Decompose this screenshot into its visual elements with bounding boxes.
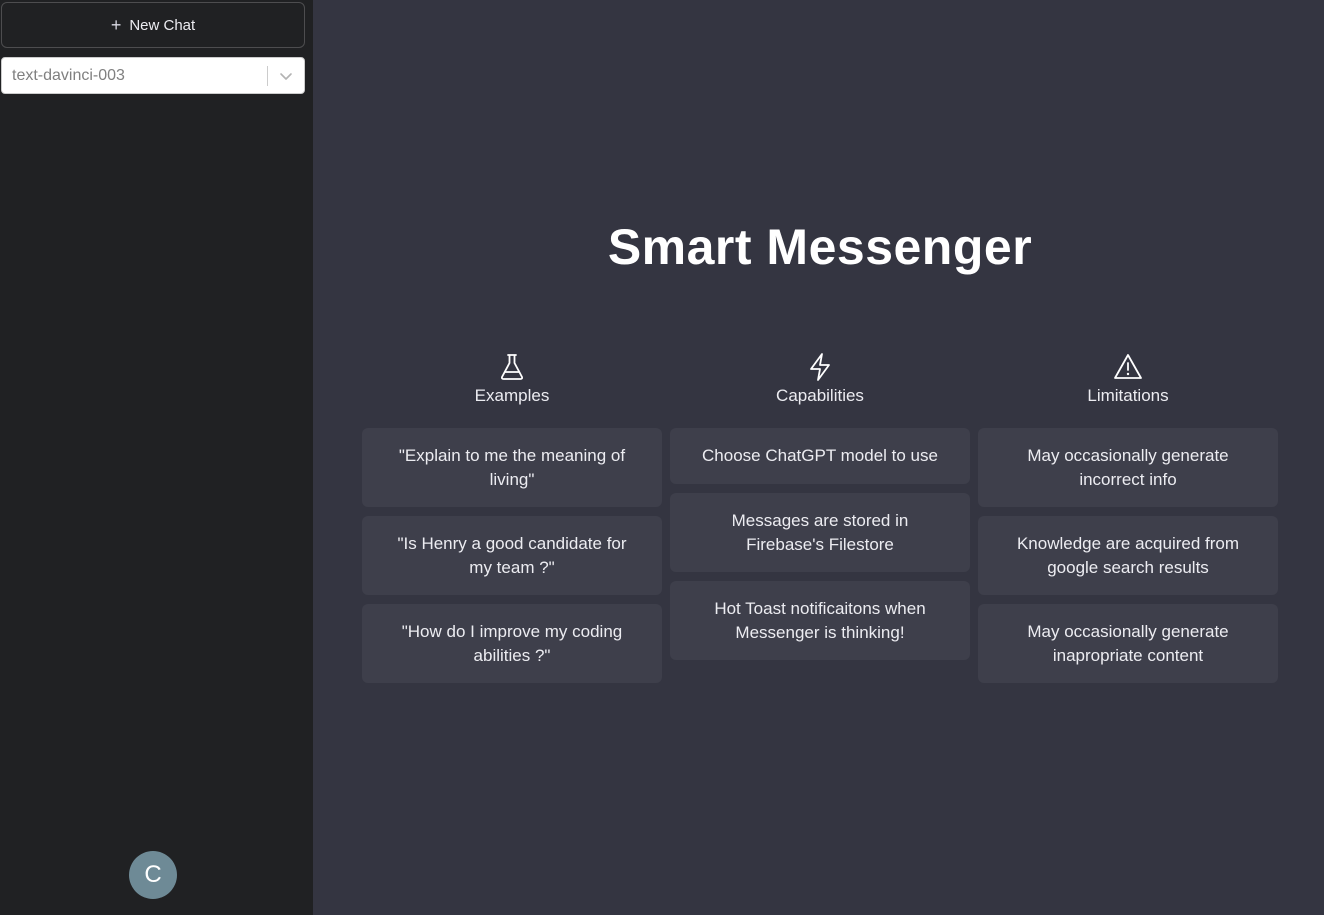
capability-card: Hot Toast notificaitons when Messenger i…: [670, 581, 970, 660]
model-select[interactable]: text-davinci-003: [1, 57, 305, 94]
limitation-card: May occasionally generate incorrect info: [978, 428, 1278, 507]
capability-card: Messages are stored in Firebase's Filest…: [670, 493, 970, 572]
limitation-card: May occasionally generate inapropriate c…: [978, 604, 1278, 683]
examples-column: Examples "Explain to me the meaning of l…: [362, 352, 662, 692]
avatar[interactable]: C: [129, 851, 177, 899]
limitations-label: Limitations: [1087, 386, 1169, 405]
model-select-value: text-davinci-003: [12, 66, 125, 84]
sidebar: + New Chat text-davinci-003 C: [0, 0, 313, 915]
lightning-icon: [810, 353, 830, 381]
chevron-down-icon[interactable]: [268, 58, 304, 93]
limitations-header: Limitations: [978, 352, 1278, 428]
new-chat-label: New Chat: [129, 16, 196, 34]
capabilities-header: Capabilities: [670, 352, 970, 428]
capabilities-label: Capabilities: [776, 386, 864, 405]
app: + New Chat text-davinci-003 C Smart Mess…: [0, 0, 1324, 915]
example-card[interactable]: "Explain to me the meaning of living": [362, 428, 662, 507]
plus-icon: +: [110, 15, 122, 35]
avatar-letter: C: [144, 861, 162, 888]
limitations-column: Limitations May occasionally generate in…: [978, 352, 1278, 692]
example-card[interactable]: "Is Henry a good candidate for my team ?…: [362, 516, 662, 595]
flask-icon: [501, 354, 523, 380]
examples-header: Examples: [362, 352, 662, 428]
new-chat-button[interactable]: + New Chat: [1, 2, 305, 48]
limitation-card: Knowledge are acquired from google searc…: [978, 516, 1278, 595]
example-card[interactable]: "How do I improve my coding abilities ?": [362, 604, 662, 683]
capabilities-column: Capabilities Choose ChatGPT model to use…: [670, 352, 970, 669]
warning-icon: [1114, 354, 1142, 379]
main-panel: Smart Messenger Examples "Explain to me …: [313, 0, 1324, 915]
capability-card: Choose ChatGPT model to use: [670, 428, 970, 484]
examples-label: Examples: [474, 386, 550, 405]
page-title: Smart Messenger: [607, 219, 1033, 275]
